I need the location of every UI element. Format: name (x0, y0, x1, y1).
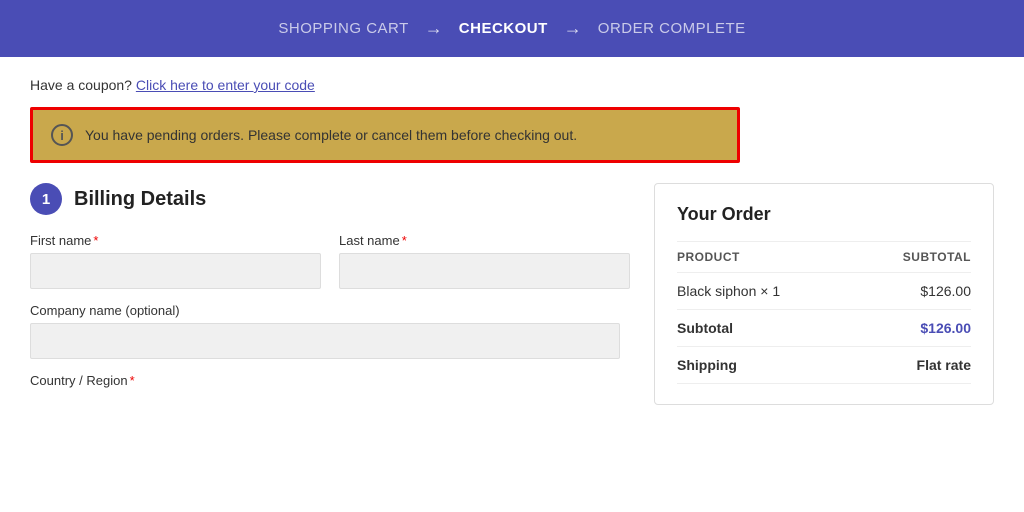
billing-header: 1 Billing Details (30, 183, 630, 215)
last-name-input[interactable] (339, 253, 630, 289)
product-price: $126.00 (854, 273, 971, 310)
order-row-1: Black siphon × 1 $126.00 (677, 273, 971, 310)
two-col-layout: 1 Billing Details First name* Last name* (30, 183, 994, 405)
coupon-link[interactable]: Click here to enter your code (136, 77, 315, 93)
last-name-group: Last name* (339, 233, 630, 289)
progress-bar: Shopping Cart → Checkout → Order Complet… (0, 0, 1024, 57)
order-table-header: PRODUCT SUBTOTAL (677, 242, 971, 273)
first-name-label: First name* (30, 233, 321, 248)
country-label: Country / Region* (30, 373, 630, 388)
shipping-row: Shipping Flat rate (677, 347, 971, 384)
first-name-input[interactable] (30, 253, 321, 289)
order-summary: Your Order PRODUCT SUBTOTAL Black siphon… (654, 183, 994, 405)
col-product: PRODUCT (677, 242, 854, 273)
first-name-required: * (93, 233, 98, 248)
company-input[interactable] (30, 323, 620, 359)
notice-icon: i (51, 124, 73, 146)
billing-section: 1 Billing Details First name* Last name* (30, 183, 630, 405)
step-checkout[interactable]: Checkout (459, 20, 548, 37)
col-subtotal: SUBTOTAL (854, 242, 971, 273)
order-table: PRODUCT SUBTOTAL Black siphon × 1 $126.0… (677, 241, 971, 384)
last-name-required: * (402, 233, 407, 248)
subtotal-value: $126.00 (854, 310, 971, 347)
company-label: Company name (optional) (30, 303, 630, 318)
country-required: * (130, 373, 135, 388)
shipping-value: Flat rate (854, 347, 971, 384)
shipping-label: Shipping (677, 347, 854, 384)
last-name-label: Last name* (339, 233, 630, 248)
country-group: Country / Region* (30, 373, 630, 388)
order-title: Your Order (677, 204, 971, 225)
step-order-complete[interactable]: Order Complete (598, 20, 746, 37)
step-shopping-cart[interactable]: Shopping Cart (278, 20, 408, 37)
coupon-line: Have a coupon? Click here to enter your … (30, 77, 994, 93)
arrow-1: → (425, 18, 443, 39)
first-name-group: First name* (30, 233, 321, 289)
billing-title: Billing Details (74, 188, 206, 211)
company-group: Company name (optional) (30, 303, 630, 359)
main-content: Have a coupon? Click here to enter your … (0, 57, 1024, 425)
arrow-2: → (564, 18, 582, 39)
notice-text: You have pending orders. Please complete… (85, 127, 577, 143)
step-circle: 1 (30, 183, 62, 215)
notice-banner: i You have pending orders. Please comple… (30, 107, 740, 163)
subtotal-row: Subtotal $126.00 (677, 310, 971, 347)
subtotal-label: Subtotal (677, 310, 854, 347)
product-name: Black siphon × 1 (677, 273, 854, 310)
coupon-prefix: Have a coupon? (30, 77, 132, 93)
name-row: First name* Last name* (30, 233, 630, 289)
